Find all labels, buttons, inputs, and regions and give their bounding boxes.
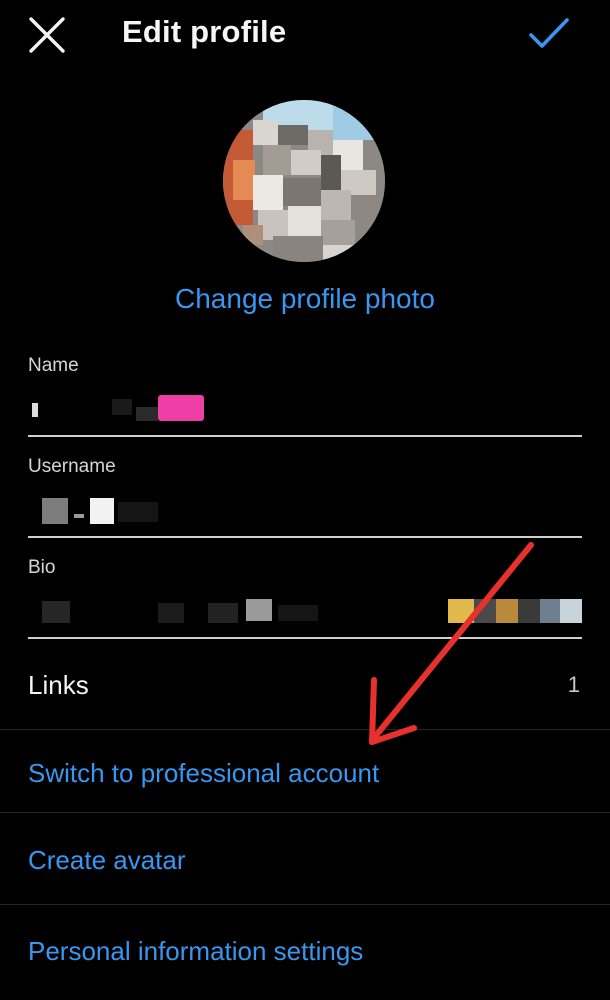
divider (0, 812, 610, 813)
close-icon (29, 17, 65, 53)
username-label: Username (28, 456, 116, 477)
redaction-block (518, 599, 540, 623)
name-value-redacted (28, 391, 582, 431)
redaction-block (474, 599, 496, 623)
name-label: Name (28, 355, 79, 376)
links-row[interactable]: Links 1 (0, 650, 610, 728)
change-profile-photo-link[interactable]: Change profile photo (0, 283, 610, 315)
redaction-block (112, 399, 132, 415)
redaction-block (448, 599, 474, 623)
bio-value-redacted (28, 593, 582, 633)
pixelated-photo (223, 100, 385, 262)
edit-profile-screen: Edit profile Change profile photo Name U… (0, 0, 610, 1000)
redaction-block (496, 599, 518, 623)
redaction-block (42, 498, 68, 524)
page-title: Edit profile (122, 14, 287, 49)
redaction-block (90, 498, 114, 524)
redaction-block (246, 599, 272, 621)
username-field[interactable]: Username (28, 456, 582, 532)
bio-label: Bio (28, 557, 56, 578)
create-avatar-link[interactable]: Create avatar (28, 845, 186, 876)
redaction-block (158, 395, 204, 421)
close-button[interactable] (26, 14, 68, 56)
personal-information-settings-link[interactable]: Personal information settings (28, 936, 363, 967)
links-label: Links (28, 670, 89, 700)
profile-photo[interactable] (223, 100, 385, 262)
divider (0, 729, 610, 730)
redaction-block (42, 601, 70, 623)
redaction-block (136, 407, 158, 421)
redaction-block (560, 599, 582, 623)
checkmark-icon (529, 18, 569, 48)
username-value-redacted (28, 492, 582, 532)
bio-underline (28, 637, 582, 639)
redaction-block (540, 599, 560, 623)
redaction-block (208, 603, 238, 623)
redaction-block (278, 605, 318, 621)
switch-to-professional-account-link[interactable]: Switch to professional account (28, 758, 379, 789)
name-underline (28, 435, 582, 437)
confirm-button[interactable] (527, 14, 571, 54)
redaction-block (118, 502, 158, 522)
bio-field[interactable]: Bio (28, 557, 582, 633)
links-count: 1 (567, 672, 580, 697)
redaction-block (158, 603, 184, 623)
name-field[interactable]: Name (28, 355, 582, 431)
header-bar: Edit profile (0, 0, 610, 70)
divider (0, 904, 610, 905)
redaction-block (74, 514, 84, 518)
redaction-block (32, 403, 38, 417)
username-underline (28, 536, 582, 538)
